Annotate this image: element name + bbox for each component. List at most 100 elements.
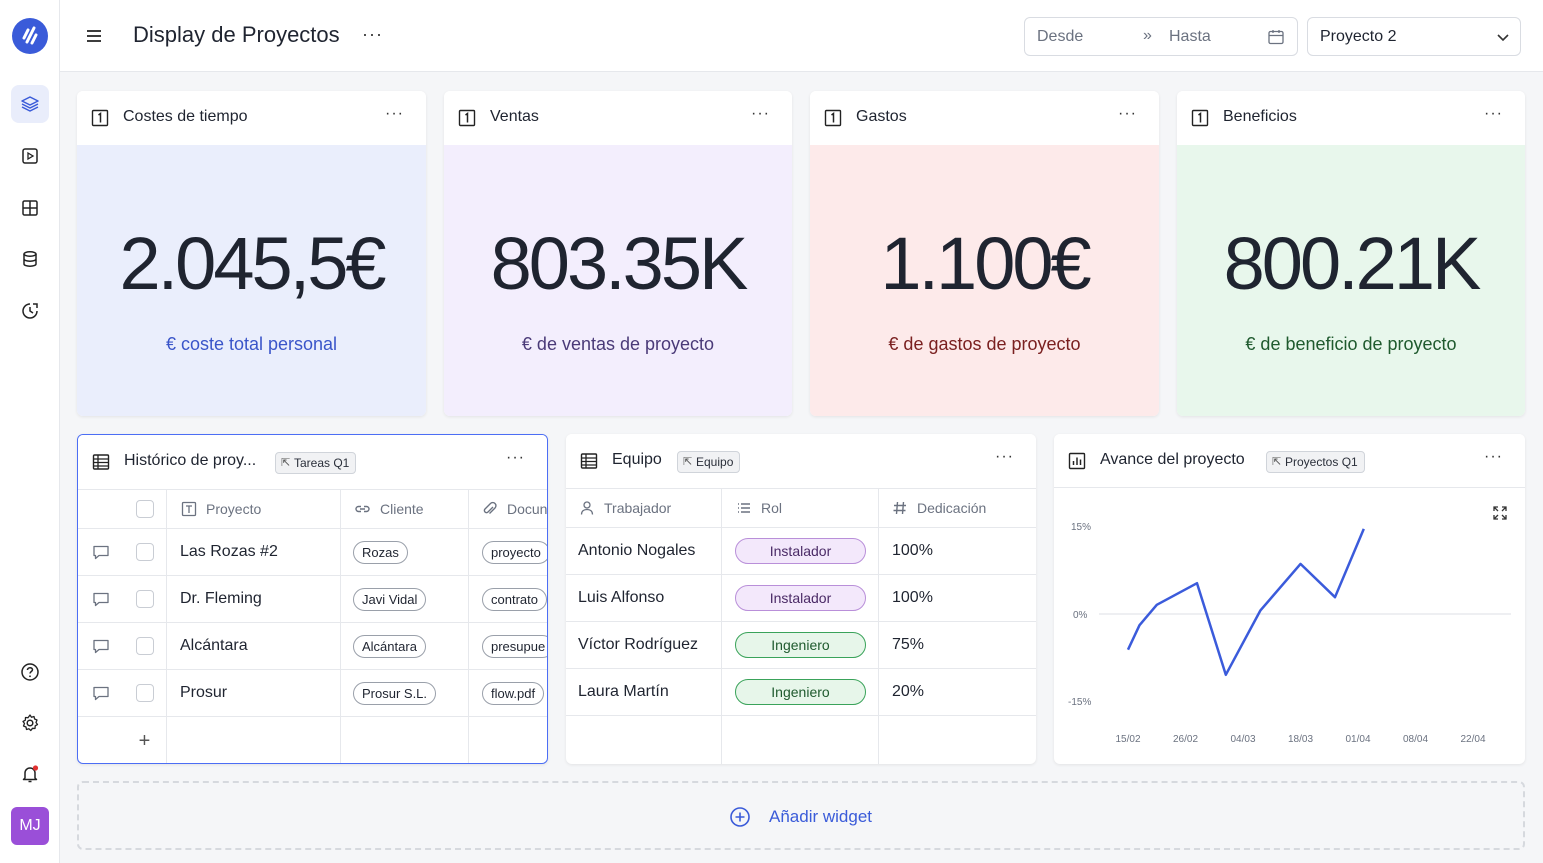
row-checkbox[interactable] <box>135 637 154 655</box>
role-badge[interactable]: Instalador <box>735 585 866 611</box>
kpi-value: 800.21K <box>1223 222 1482 305</box>
kpi-card-ventas: Ventas ··· 803.35K € de ventas de proyec… <box>444 91 792 416</box>
client-pill[interactable]: Rozas <box>353 540 408 564</box>
document-pill[interactable]: contrato <box>482 587 547 611</box>
table-row[interactable]: Prosur Prosur S.L. flow.pdf <box>78 669 547 716</box>
table-row[interactable]: Alcántara Alcántara presupue <box>78 622 547 669</box>
comment-icon[interactable] <box>92 638 110 655</box>
cell-dedicacion[interactable]: 100% <box>879 575 1036 621</box>
comment-icon[interactable] <box>92 544 110 561</box>
top-header: Display de Proyectos ··· Desde » Hasta P… <box>60 0 1543 72</box>
date-from-field[interactable]: Desde <box>1037 28 1083 46</box>
client-pill[interactable]: Prosur S.L. <box>353 681 437 705</box>
card-more-options-icon[interactable]: ··· <box>1484 105 1503 123</box>
cell-trabajador[interactable]: Víctor Rodríguez <box>566 622 722 668</box>
column-header-cliente[interactable]: Cliente <box>341 490 469 528</box>
comment-icon[interactable] <box>92 591 110 608</box>
table-header-row: Trabajador Rol Dedicación <box>566 488 1036 527</box>
card-more-options-icon[interactable]: ··· <box>385 105 404 123</box>
column-header-trabajador[interactable]: Trabajador <box>566 489 722 527</box>
card-more-options-icon[interactable]: ··· <box>1484 448 1503 466</box>
table-row[interactable]: Víctor Rodríguez Ingeniero 75% <box>566 621 1036 668</box>
avatar[interactable]: MJ <box>11 807 49 845</box>
card-header: Beneficios ··· <box>1177 91 1525 145</box>
cell-proyecto[interactable]: Las Rozas #2 <box>167 529 341 575</box>
card-more-options-icon[interactable]: ··· <box>506 449 525 467</box>
card-more-options-icon[interactable]: ··· <box>751 105 770 123</box>
table-row[interactable]: Luis Alfonso Instalador 100% <box>566 574 1036 621</box>
cell-trabajador[interactable]: Antonio Nogales <box>566 528 722 574</box>
card-more-options-icon[interactable]: ··· <box>1118 105 1137 123</box>
select-all-checkbox[interactable] <box>135 500 154 518</box>
project-select-value: Proyecto 2 <box>1320 28 1397 45</box>
add-row-button[interactable]: + <box>123 717 167 763</box>
title-more-options-icon[interactable]: ··· <box>362 24 383 45</box>
column-header-proyecto[interactable]: Proyecto <box>167 490 341 528</box>
settings-icon[interactable] <box>11 704 49 742</box>
source-tag[interactable]: ⇱ Equipo <box>677 451 741 473</box>
avance-chart-card: Avance del proyecto ⇱ Proyectos Q1 ··· 15… <box>1054 434 1525 764</box>
client-pill[interactable]: Alcántara <box>353 634 426 658</box>
column-header-dedicacion[interactable]: Dedicación <box>879 489 1036 527</box>
notification-bell-icon[interactable] <box>11 755 49 793</box>
database-icon[interactable] <box>11 240 49 278</box>
app-logo-icon[interactable] <box>12 18 48 54</box>
card-more-options-icon[interactable]: ··· <box>995 448 1014 466</box>
cell-dedicacion[interactable]: 20% <box>879 669 1036 715</box>
cell-proyecto[interactable]: Alcántara <box>167 623 341 669</box>
document-pill[interactable]: presupue <box>482 634 547 658</box>
historico-table-card[interactable]: Histórico de proy... ⇱ Tareas Q1 ··· Proy… <box>77 434 548 764</box>
column-header-rol[interactable]: Rol <box>722 489 879 527</box>
row-checkbox[interactable] <box>135 543 154 561</box>
row-checkbox[interactable] <box>135 590 154 608</box>
card-header: Histórico de proy... ⇱ Tareas Q1 ··· <box>78 435 547 489</box>
column-header-documento[interactable]: Docun <box>469 490 548 528</box>
clock-history-icon[interactable] <box>11 292 49 330</box>
card-title: Costes de tiempo <box>123 108 248 125</box>
row-checkbox[interactable] <box>135 684 154 702</box>
layout-grid-icon[interactable] <box>11 189 49 227</box>
column-label: Trabajador <box>604 500 672 516</box>
help-icon[interactable] <box>11 653 49 691</box>
y-tick-label: 0% <box>1073 610 1088 621</box>
document-pill[interactable]: flow.pdf <box>482 681 545 705</box>
source-tag[interactable]: ⇱ Tareas Q1 <box>275 452 357 474</box>
cell-dedicacion[interactable]: 100% <box>879 528 1036 574</box>
project-select[interactable]: Proyecto 2 <box>1307 17 1521 56</box>
number-widget-icon <box>91 109 109 127</box>
number-widget-icon <box>1191 109 1209 127</box>
source-tag-label: Equipo <box>696 455 734 469</box>
hamburger-menu-icon[interactable] <box>84 26 104 46</box>
play-square-icon[interactable] <box>11 137 49 175</box>
layers-icon[interactable] <box>11 85 49 123</box>
x-tick-label: 22/04 <box>1460 734 1485 745</box>
kpi-body: 803.35K € de ventas de proyecto <box>444 145 792 416</box>
date-range-picker[interactable]: Desde » Hasta <box>1024 17 1298 56</box>
table-row[interactable]: Antonio Nogales Instalador 100% <box>566 527 1036 574</box>
role-badge[interactable]: Ingeniero <box>735 679 866 705</box>
table-row[interactable]: Laura Martín Ingeniero 20% <box>566 668 1036 715</box>
cell-trabajador[interactable]: Luis Alfonso <box>566 575 722 621</box>
comment-icon[interactable] <box>92 685 110 702</box>
role-badge[interactable]: Ingeniero <box>735 632 866 658</box>
source-tag[interactable]: ⇱ Proyectos Q1 <box>1266 451 1365 473</box>
cell-proyecto[interactable]: Prosur <box>167 670 341 716</box>
cell-trabajador[interactable]: Laura Martín <box>566 669 722 715</box>
client-pill[interactable]: Javi Vidal <box>353 587 427 611</box>
kpi-value: 2.045,5€ <box>119 222 386 305</box>
role-badge[interactable]: Instalador <box>735 538 866 564</box>
add-widget-button[interactable]: Añadir widget <box>77 781 1525 850</box>
table-header-row: Proyecto Cliente Docun <box>78 489 547 528</box>
column-label: Docun <box>507 501 548 517</box>
calendar-icon[interactable] <box>1267 28 1285 46</box>
table-row[interactable]: Dr. Fleming Javi Vidal contrato <box>78 575 547 622</box>
cell-proyecto[interactable]: Dr. Fleming <box>167 576 341 622</box>
number-widget-icon <box>458 109 476 127</box>
card-header: Equipo ⇱ Equipo ··· <box>566 434 1036 488</box>
table-row[interactable]: Las Rozas #2 Rozas proyecto <box>78 528 547 575</box>
table-icon <box>580 453 598 469</box>
document-pill[interactable]: proyecto <box>482 540 547 564</box>
date-to-field[interactable]: Hasta <box>1169 28 1211 46</box>
cell-dedicacion[interactable]: 75% <box>879 622 1036 668</box>
paperclip-icon <box>483 501 497 514</box>
